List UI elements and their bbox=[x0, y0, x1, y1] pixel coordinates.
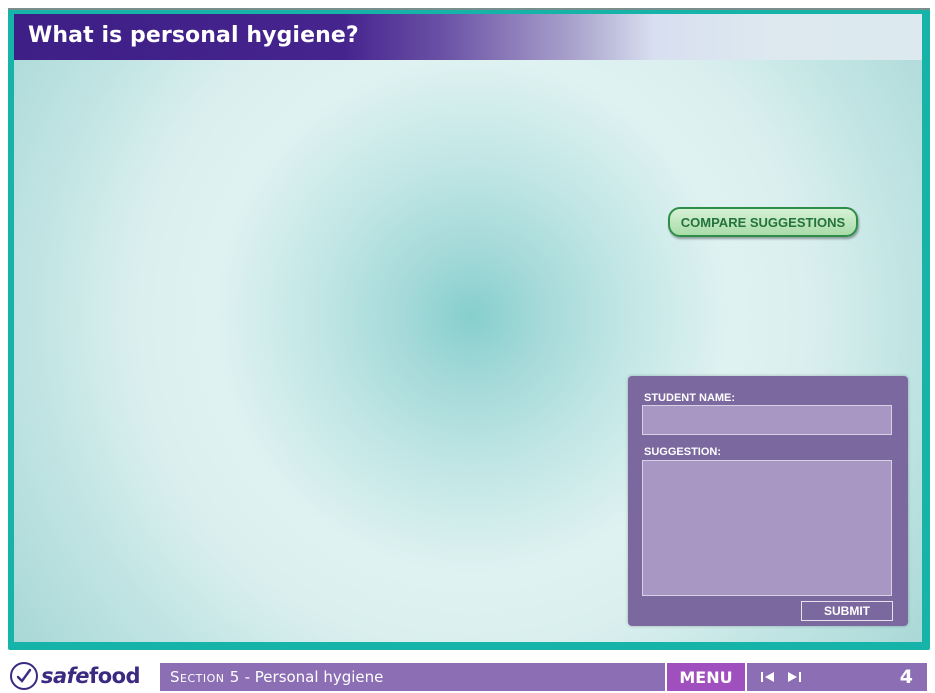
suggestion-form: STUDENT NAME: SUGGESTION: SUBMIT bbox=[628, 376, 908, 626]
logo-text-food: food bbox=[89, 664, 141, 688]
student-name-label: STUDENT NAME: bbox=[644, 392, 736, 404]
section-separator: - bbox=[239, 668, 255, 686]
frame-top-line bbox=[8, 8, 930, 10]
safefood-logo[interactable]: safe food bbox=[10, 661, 141, 691]
title-bar: What is personal hygiene? bbox=[14, 14, 922, 60]
previous-button[interactable] bbox=[757, 663, 779, 691]
section-bar: Section 5 - Personal hygiene bbox=[160, 663, 665, 691]
submit-button[interactable]: SUBMIT bbox=[801, 601, 893, 621]
section-label: Section 5 - Personal hygiene bbox=[170, 668, 383, 686]
suggestion-label: SUGGESTION: bbox=[644, 446, 722, 458]
section-number: Section 5 bbox=[170, 668, 240, 686]
next-button[interactable] bbox=[783, 663, 805, 691]
menu-button[interactable]: MENU bbox=[667, 663, 745, 691]
compare-suggestions-button[interactable]: COMPARE SUGGESTIONS bbox=[668, 207, 858, 237]
safefood-check-logo-icon bbox=[10, 662, 38, 690]
page-number: 4 bbox=[899, 666, 913, 688]
skip-back-icon bbox=[761, 672, 774, 682]
logo-text-safe: safe bbox=[41, 664, 90, 688]
section-name: Personal hygiene bbox=[254, 668, 384, 686]
suggestion-textarea[interactable] bbox=[642, 460, 892, 596]
slide-stage: What is personal hygiene? COMPARE SUGGES… bbox=[14, 14, 922, 642]
skip-forward-icon bbox=[788, 672, 801, 682]
navigation-bar: 4 bbox=[747, 663, 927, 691]
check-mark-icon bbox=[16, 668, 32, 683]
page-title: What is personal hygiene? bbox=[28, 23, 359, 48]
footer: safe food Section 5 - Personal hygiene ME… bbox=[0, 656, 935, 693]
student-name-field[interactable] bbox=[642, 405, 892, 435]
